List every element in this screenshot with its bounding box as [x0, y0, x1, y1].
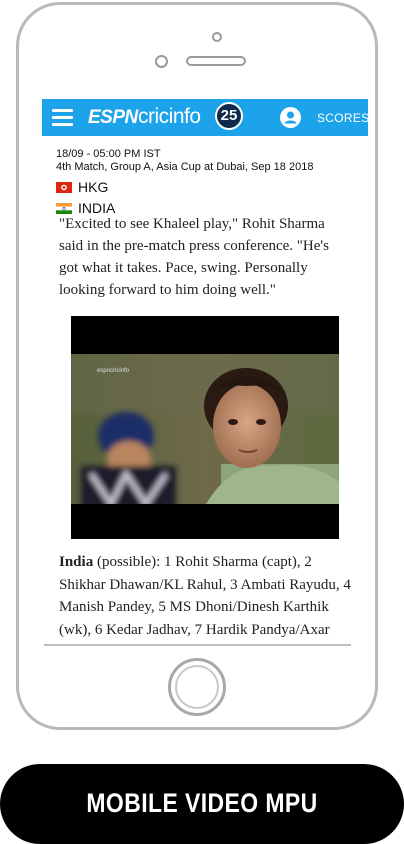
hong-kong-flag-icon [56, 181, 72, 193]
front-sensor [212, 32, 222, 42]
match-header[interactable]: 18/09 - 05:00 PM IST 4th Match, Group A,… [56, 148, 313, 174]
video-scene-image [71, 354, 339, 504]
hamburger-menu-icon[interactable] [52, 109, 73, 126]
team-label: India [59, 554, 94, 570]
india-flag-icon [56, 202, 72, 214]
lineup-text: (possible): 1 Rohit Sharma (capt), 2 Shi… [59, 554, 351, 638]
team-row-hkg: HKG [56, 179, 108, 195]
banner-label: MOBILE VIDEO MPU [86, 788, 318, 818]
article-body: "Excited to see Khaleel play," Rohit Sha… [59, 213, 349, 301]
home-button-inner [175, 665, 219, 709]
screen-divider [44, 644, 351, 646]
article-paragraph: "Excited to see Khaleel play," Rohit Sha… [59, 216, 329, 298]
cricinfo-logo[interactable]: cricinfo [138, 105, 201, 129]
format-banner: MOBILE VIDEO MPU [0, 764, 404, 844]
top-navigation-bar: ESPN cricinfo 25 SCORES [42, 99, 368, 136]
scores-link[interactable]: SCORES [317, 111, 368, 125]
article-lineup: India (possible): 1 Rohit Sharma (capt),… [59, 551, 355, 641]
match-time: 18/09 - 05:00 PM IST [56, 148, 161, 160]
user-account-icon[interactable] [280, 107, 301, 128]
video-player[interactable]: espncricinfo [71, 316, 339, 539]
video-watermark: espncricinfo [97, 368, 130, 374]
match-description: 4th Match, Group A, Asia Cup at Dubai, S… [56, 161, 314, 173]
video-thumbnail: espncricinfo [71, 354, 339, 504]
front-camera [155, 55, 168, 68]
team-name: HKG [78, 179, 109, 195]
earpiece-speaker [186, 56, 246, 66]
espn-logo[interactable]: ESPN [88, 107, 138, 129]
phone-screen: ESPN cricinfo 25 SCORES 18/09 - 05:00 PM… [42, 99, 368, 645]
anniversary-badge: 25 [215, 102, 243, 130]
